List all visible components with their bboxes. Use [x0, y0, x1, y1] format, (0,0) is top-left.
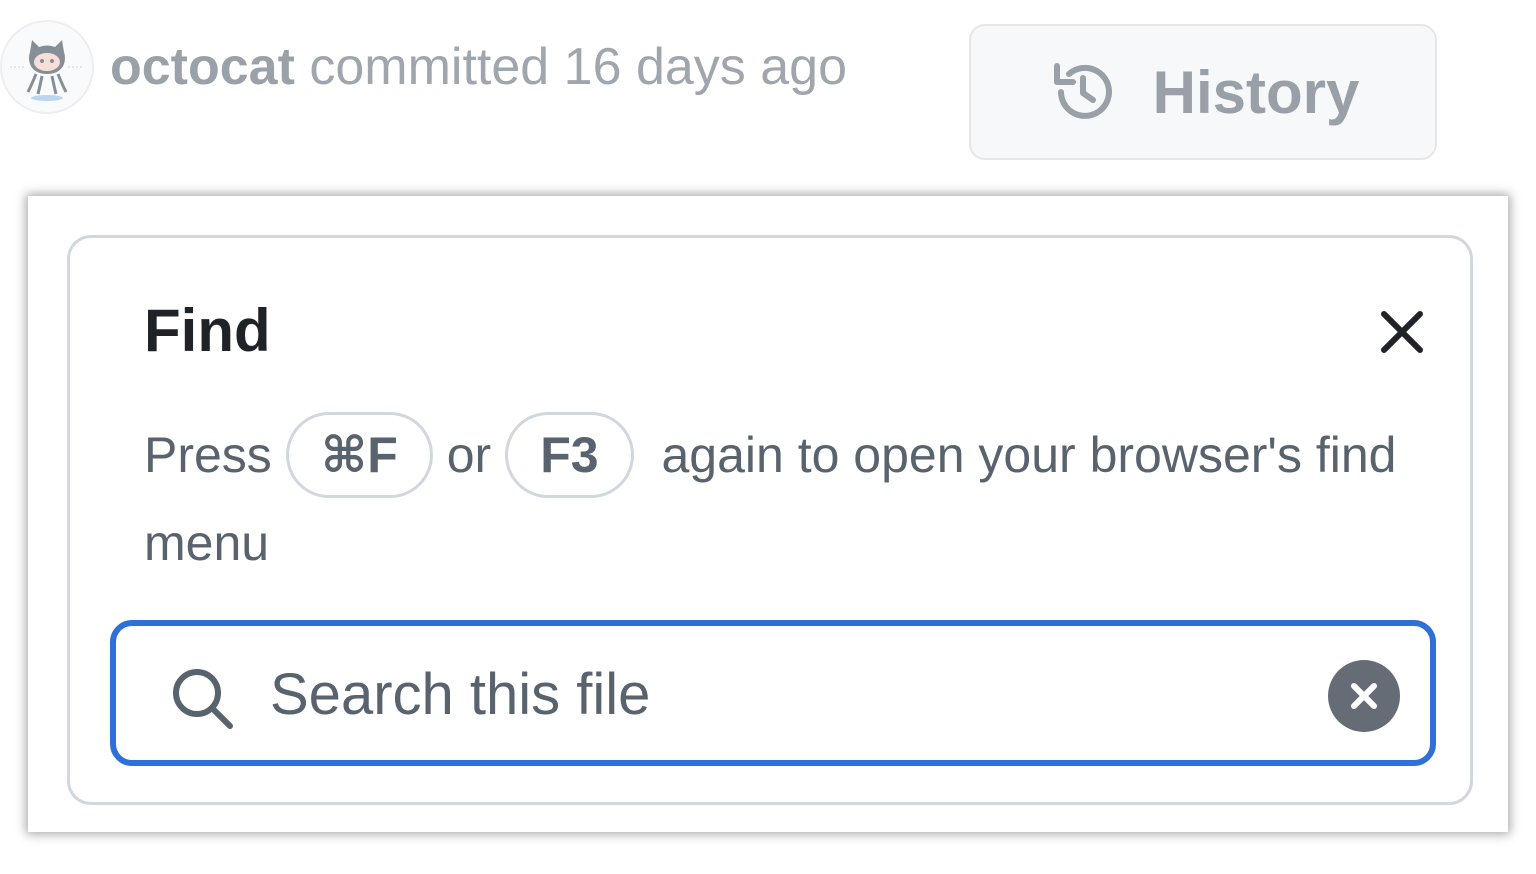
- search-field[interactable]: [110, 620, 1436, 766]
- kbd-f3: F3: [505, 411, 634, 498]
- clear-search-button[interactable]: [1328, 660, 1400, 732]
- find-title: Find: [144, 297, 271, 364]
- history-button[interactable]: History: [969, 24, 1437, 160]
- hint-connector: or: [446, 427, 492, 483]
- commit-action-text: committed: [309, 38, 550, 96]
- close-find-button[interactable]: [1370, 300, 1434, 364]
- search-input[interactable]: [270, 646, 1270, 742]
- hint-prefix: Press: [144, 427, 272, 483]
- blob-view-stage: octocat committed 16 days ago History Fi…: [0, 0, 1536, 874]
- commit-author-link[interactable]: octocat: [110, 38, 295, 96]
- find-hint: Press ⌘F or F3 again to open your browser's…: [144, 411, 1434, 584]
- search-icon: [173, 669, 233, 729]
- commit-time[interactable]: 16 days ago: [564, 38, 847, 96]
- commit-summary: octocat committed 16 days ago: [110, 36, 847, 98]
- history-icon: [1053, 63, 1112, 119]
- kbd-cmd-f: ⌘F: [285, 411, 433, 498]
- clear-circle-icon: [1351, 683, 1377, 709]
- author-avatar[interactable]: [0, 20, 94, 114]
- find-dialog: Find Press ⌘F or F3 again to open your brow…: [67, 235, 1473, 805]
- octocat-avatar-icon: [3, 23, 91, 111]
- history-button-label: History: [1152, 58, 1360, 126]
- close-icon: [1381, 311, 1423, 353]
